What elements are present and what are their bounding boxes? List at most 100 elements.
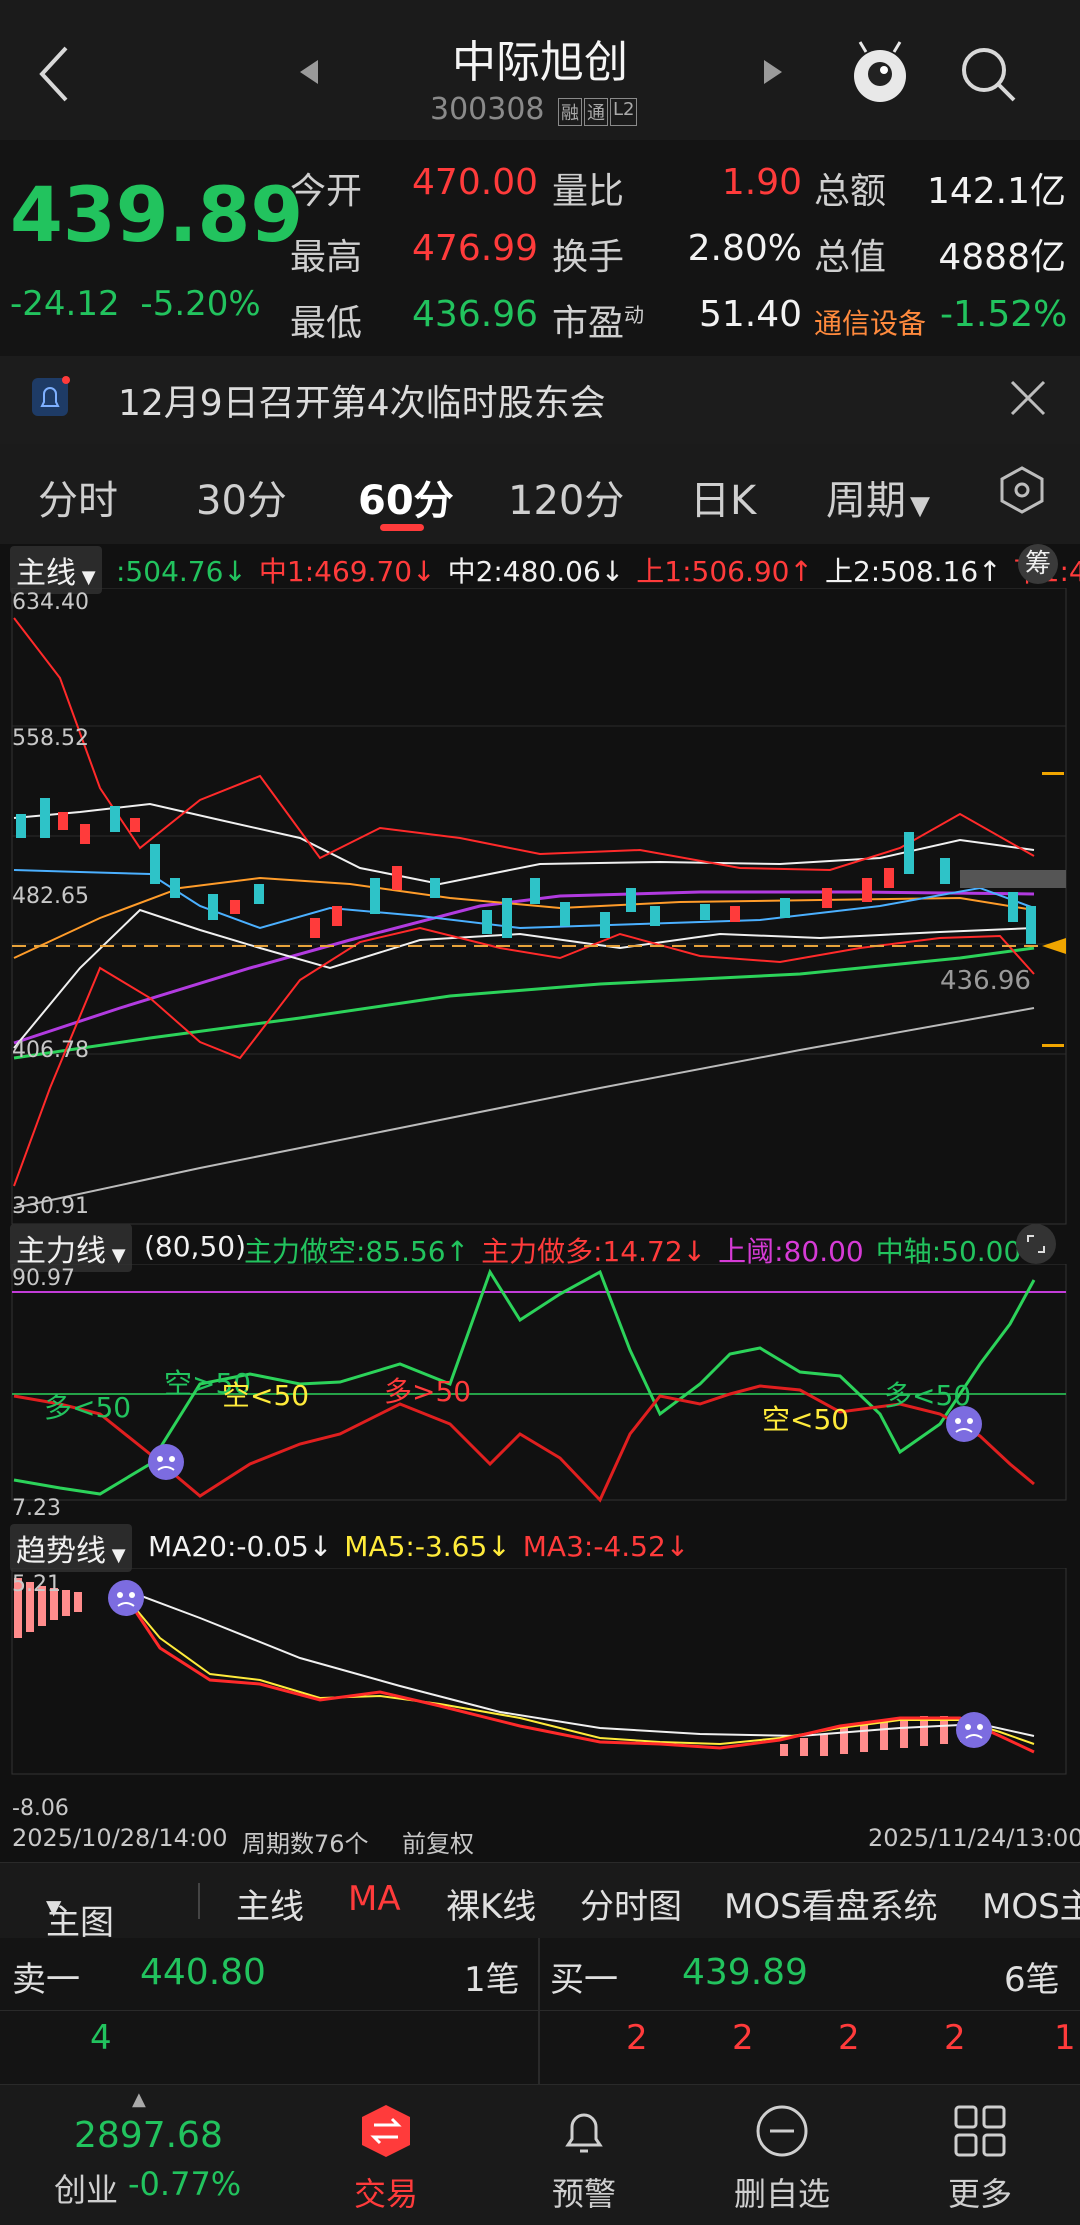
buy-qty: 2	[838, 2018, 860, 2058]
main-y-label: 482.65	[12, 884, 89, 909]
pe-label: 市盈动	[552, 294, 644, 346]
pe-label-sup: 动	[624, 303, 645, 327]
search-icon[interactable]	[958, 44, 1018, 104]
period-tabs: 分时 30分 60分 120分 日K 周期 ▼	[0, 444, 1080, 544]
time-axis-start: 2025/10/28/14:00	[12, 1824, 228, 1852]
nav-remove-watchlist[interactable]: 删自选	[712, 2103, 852, 2215]
nav-alert[interactable]: 预警	[514, 2103, 654, 2215]
bottom-nav: ▲ 2897.68 创业 -0.77% 交易 预警 删自选 更多	[0, 2084, 1080, 2225]
nav-more[interactable]: 更多	[910, 2103, 1050, 2215]
stock-tags: 融 通 L2	[558, 98, 638, 126]
buy-qty: 2	[626, 2018, 648, 2058]
expand-icon[interactable]	[1016, 1224, 1056, 1264]
back-icon[interactable]	[36, 44, 72, 104]
main-legend-item: 上1:506.90↑	[636, 555, 813, 588]
current-price-label: 436.96	[940, 966, 1031, 996]
sub2-y-top: 5.21	[12, 1572, 61, 1597]
period-count: 周期数76个	[242, 1830, 369, 1858]
stock-code: 300308	[430, 92, 545, 127]
sub2-legend-item: MA20:-0.05↓	[148, 1530, 333, 1563]
buy-qty: 2	[944, 2018, 966, 2058]
stock-name: 中际旭创	[452, 37, 628, 88]
notice-bar[interactable]: 12月9日召开第4次临时股东会	[0, 356, 1080, 444]
main-indicator-label: 主线	[16, 556, 76, 591]
buy-qty: 1	[1054, 2018, 1076, 2058]
buy-count: 6笔	[1004, 1960, 1060, 2000]
sub1-y-top: 90.97	[12, 1266, 75, 1291]
last-price: 439.89	[10, 170, 304, 259]
sub2-indicator-dropdown[interactable]: 趋势线 ▼	[10, 1524, 132, 1572]
signal-annotation: 空<50	[762, 1403, 850, 1436]
amount-label: 总额	[814, 171, 887, 212]
menu-mos-system[interactable]: MOS看盘系统	[724, 1879, 938, 1928]
tag-connect: 通	[584, 98, 608, 126]
tab-period-label: 周期	[826, 478, 906, 524]
sell-price: 440.80	[140, 1952, 266, 1993]
divider	[538, 1938, 540, 2084]
notice-text: 12月9日召开第4次临时股东会	[118, 383, 606, 424]
chevron-down-icon: ▼	[910, 491, 930, 521]
menu-bare-k[interactable]: 裸K线	[446, 1879, 536, 1928]
main-y-label: 558.52	[12, 726, 89, 751]
vol-ratio-value: 1.90	[721, 162, 802, 203]
settings-hexagon-icon[interactable]	[996, 464, 1048, 516]
prev-stock-icon[interactable]	[298, 58, 322, 86]
signal-annotation: 多>50	[384, 1375, 472, 1408]
tab-120min[interactable]: 120分	[508, 468, 624, 526]
menu-main-line[interactable]: 主线	[236, 1879, 304, 1928]
quote-panel: 439.89 -24.12 -5.20% 今开 470.00 最高 476.99…	[0, 140, 1080, 356]
amount-value: 142.1亿	[926, 171, 1066, 212]
tab-daily-k[interactable]: 日K	[690, 468, 756, 526]
chevron-down-icon: ▼	[46, 1895, 62, 1919]
price-change-value: -24.12	[10, 284, 120, 324]
close-icon[interactable]	[1008, 378, 1048, 418]
face-icon	[148, 1444, 184, 1480]
chevron-down-icon: ▼	[106, 1245, 126, 1266]
sub1-y-bottom: 7.23	[12, 1496, 61, 1521]
nav-trade[interactable]: 交易	[316, 2103, 456, 2215]
main-legend: :504.76↓ 中1:469.70↓ 中2:480.06↓ 上1:506.90↑ 上2…	[116, 550, 1080, 590]
menu-intraday[interactable]: 分时图	[580, 1879, 682, 1928]
sector-pct: -1.52%	[940, 294, 1068, 335]
next-stock-icon[interactable]	[760, 58, 784, 86]
pe-value: 51.40	[698, 294, 802, 335]
tab-60min[interactable]: 60分	[358, 468, 454, 526]
mktcap-value: 4888亿	[938, 237, 1066, 278]
index-name: 创业	[54, 2171, 119, 2209]
index-ticker[interactable]: ▲ 2897.68 创业 -0.77%	[0, 2085, 280, 2225]
face-icon	[946, 1406, 982, 1442]
trade-icon	[362, 2105, 410, 2157]
signal-annotation: 空<50	[222, 1379, 310, 1412]
mktcap-label: 总值	[814, 237, 887, 278]
main-kline-chart[interactable]	[0, 588, 1080, 1228]
chip-button[interactable]: 筹	[1018, 544, 1058, 584]
low-label: 最低	[290, 303, 363, 344]
menu-ma[interactable]: MA	[348, 1879, 401, 1919]
order-book: 卖一 440.80 1笔 买一 439.89 6笔 4 2 2 2 2 1	[0, 1938, 1080, 2084]
grid-icon	[954, 2105, 1006, 2157]
sub1-param: (80,50)	[144, 1230, 247, 1263]
sub2-legend-item: MA3:-4.52↓	[522, 1530, 690, 1563]
nav-remove-label: 删自选	[733, 2175, 830, 2213]
tab-30min[interactable]: 30分	[196, 468, 287, 526]
adjust-mode: 前复权	[402, 1830, 474, 1858]
sector-link[interactable]: 通信设备	[814, 302, 926, 342]
sub2-y-bottom: -8.06	[12, 1796, 69, 1821]
chart-area[interactable]: 主线 ▼ :504.76↓ 中1:469.70↓ 中2:480.06↓ 上1:506.…	[0, 544, 1080, 1862]
caret-up-icon: ▲	[132, 2089, 146, 2110]
turnover-value: 2.80%	[687, 228, 802, 269]
buy-label: 买一	[550, 1960, 618, 2000]
divider	[198, 1883, 200, 1919]
main-legend-item: 中1:469.70↓	[258, 555, 436, 588]
tab-intraday[interactable]: 分时	[38, 468, 118, 526]
main-indicator-dropdown[interactable]: 主线 ▼	[10, 546, 102, 594]
bell-icon	[565, 2113, 603, 2153]
tab-period[interactable]: 周期 ▼	[826, 468, 930, 526]
index-pct: -0.77%	[128, 2165, 242, 2203]
nav-more-label: 更多	[947, 2175, 1012, 2213]
menu-mos-main[interactable]: MOS主	[982, 1879, 1080, 1928]
active-tab-indicator	[380, 524, 424, 531]
trend-line-chart[interactable]	[0, 1568, 1080, 1778]
minus-circle-icon	[756, 2105, 808, 2157]
mascot-icon[interactable]	[850, 40, 910, 106]
